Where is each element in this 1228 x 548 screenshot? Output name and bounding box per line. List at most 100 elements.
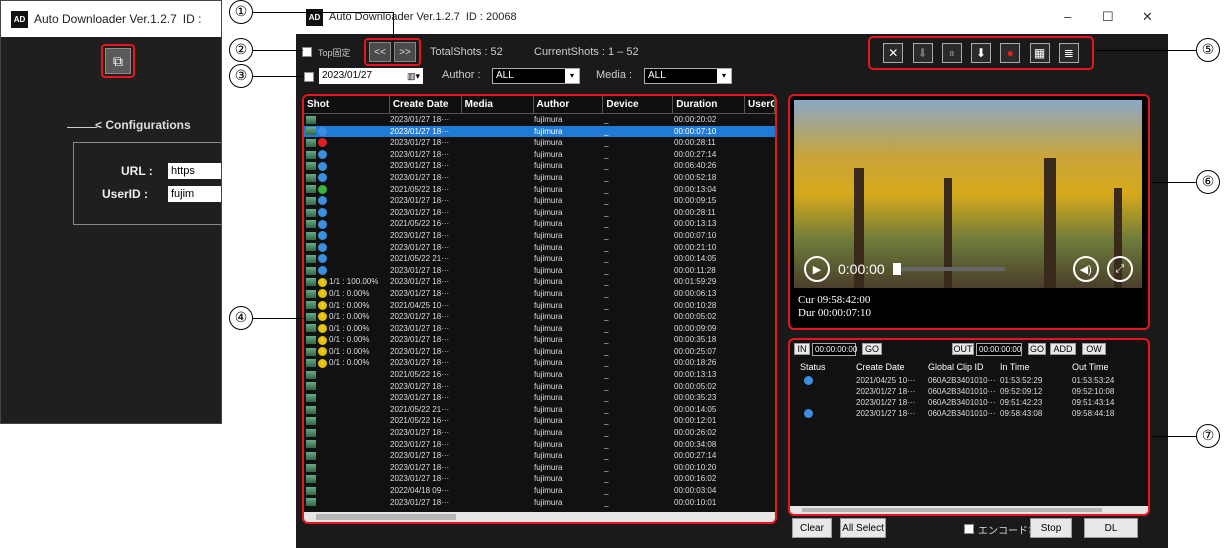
clip-horizontal-scrollbar[interactable] xyxy=(790,506,1148,514)
table-row[interactable]: 2023/01/27 18··· fujimura _ 00:00:16:02 xyxy=(304,473,775,485)
table-row[interactable]: 2023/01/27 18··· fujimura _ 00:00:34:08 xyxy=(304,439,775,451)
author-cell: fujimura xyxy=(534,242,563,252)
col-duration[interactable]: Duration xyxy=(673,96,746,113)
col-out-time[interactable]: Out Time xyxy=(1072,362,1144,374)
clear-button[interactable]: Clear xyxy=(792,518,832,538)
out-go-button[interactable]: GO xyxy=(1028,343,1046,355)
url-field[interactable]: https xyxy=(168,163,221,179)
date-filter-checkbox[interactable] xyxy=(304,72,314,82)
stop-button[interactable]: Stop xyxy=(1030,518,1072,538)
create-date-cell: 2023/01/27 18··· xyxy=(390,462,450,472)
table-row[interactable]: ↓ 0/1 : 0.00% 2023/01/27 18··· fujimura _ 00:… xyxy=(304,346,775,358)
col-userc[interactable]: UserC xyxy=(745,96,775,113)
list-view-icon[interactable]: ≣ xyxy=(1058,43,1079,63)
table-row[interactable]: ↓ 1/1 : 100.00% 2023/01/27 18··· fujimura _ 0… xyxy=(304,276,775,288)
table-row[interactable]: 2023/01/27 18··· fujimura _ 00:00:09:15 xyxy=(304,195,775,207)
clip-row[interactable]: 2023/01/27 18··· 060A2B3401010··· 09:51:42… xyxy=(790,398,1148,409)
seek-handle[interactable] xyxy=(892,263,901,275)
col-shot[interactable]: Shot xyxy=(304,96,390,113)
table-row[interactable]: 2023/01/27 18··· fujimura _ 00:00:07:10 xyxy=(304,125,775,138)
next-page-button[interactable]: >> xyxy=(394,42,416,62)
table-row[interactable]: 2023/01/27 18··· fujimura _ 00:00:05:02 xyxy=(304,381,775,393)
in-timecode-field[interactable]: 00:00:00:00 xyxy=(812,343,857,356)
table-row[interactable]: 2021/05/22 18··· fujimura _ 00:00:13:04 xyxy=(304,184,775,196)
table-row[interactable]: 2023/01/27 18··· fujimura _ 00:00:27:14 xyxy=(304,149,775,161)
expand-icon[interactable]: ✕ xyxy=(883,43,904,63)
media-select[interactable]: ALL ▾ xyxy=(644,68,732,84)
table-row[interactable]: 2023/01/27 18··· fujimura _ 00:00:20:02 xyxy=(304,114,775,126)
table-row[interactable]: 2021/05/22 16··· fujimura _ 00:00:13:13 xyxy=(304,218,775,230)
thumbnail xyxy=(306,312,316,321)
scrollbar-thumb[interactable] xyxy=(316,514,456,520)
table-row[interactable]: 2023/01/27 18··· fujimura _ 00:00:28:11 xyxy=(304,137,775,149)
in-go-button[interactable]: GO xyxy=(862,343,882,355)
table-row[interactable]: 2023/01/27 18··· fujimura _ 00:00:27:14 xyxy=(304,450,775,462)
volume-icon[interactable]: ◀) xyxy=(1072,256,1099,282)
table-row[interactable]: 2023/01/27 18··· fujimura _ 00:00:10:20 xyxy=(304,462,775,474)
table-row[interactable]: ↓ 0/1 : 0.00% 2023/01/27 18··· fujimura _ 00:… xyxy=(304,323,775,335)
chevron-down-icon: ▾ xyxy=(717,69,731,83)
table-row[interactable]: 2021/05/22 21··· fujimura _ 00:00:14:05 xyxy=(304,253,775,265)
table-row[interactable]: 2022/04/18 09··· fujimura _ 00:00:03:04 xyxy=(304,485,775,497)
in-button[interactable]: IN xyxy=(794,343,810,355)
clip-row[interactable]: 2023/01/27 18··· 060A2B3401010··· 09:52:09… xyxy=(790,387,1148,398)
calendar-icon[interactable]: ▥▾ xyxy=(407,68,420,84)
table-row[interactable]: ↓ 0/1 : 0.00% 2023/01/27 18··· fujimura _ 00:… xyxy=(304,357,775,369)
current-timecode: Cur 09:58:42:00 xyxy=(798,294,871,306)
out-button[interactable]: OUT xyxy=(952,343,974,355)
table-row[interactable]: ↓ 0/1 : 0.00% 2023/01/27 18··· fujimura _ 00:… xyxy=(304,288,775,300)
table-row[interactable]: 2023/01/27 18··· fujimura _ 00:06:40:26 xyxy=(304,160,775,172)
no-encode-checkbox[interactable] xyxy=(964,524,974,534)
col-global-clip-id[interactable]: Global Clip ID xyxy=(928,362,1000,374)
table-row[interactable]: 2023/01/27 18··· fujimura _ 00:00:52:18 xyxy=(304,172,775,184)
col-in-time[interactable]: In Time xyxy=(1000,362,1072,374)
dl-button[interactable]: DL xyxy=(1084,518,1138,538)
all-select-button[interactable]: All Select xyxy=(840,518,886,538)
maximize-button[interactable]: ☐ xyxy=(1102,9,1114,25)
table-row[interactable]: 2023/01/27 18··· fujimura _ 00:00:11:28 xyxy=(304,265,775,277)
table-row[interactable]: ↓ 0/1 : 0.00% 2021/04/25 10··· fujimura _ 00:… xyxy=(304,300,775,312)
duration-cell: 00:00:52:18 xyxy=(674,172,717,182)
table-row[interactable]: ↓ 0/1 : 0.00% 2023/01/27 18··· fujimura _ 00:… xyxy=(304,311,775,323)
grid-view-icon[interactable]: ▦ xyxy=(1029,43,1050,63)
table-row[interactable]: 2021/05/22 16··· fujimura _ 00:00:13:13 xyxy=(304,369,775,381)
prev-page-button[interactable]: << xyxy=(369,42,391,62)
col-clip-create-date[interactable]: Create Date xyxy=(856,362,928,374)
scrollbar-thumb[interactable] xyxy=(802,508,1102,512)
config-toggle-icon[interactable]: ⧉ xyxy=(105,48,131,74)
top-fix-checkbox[interactable] xyxy=(302,47,312,57)
userid-field[interactable]: fujim xyxy=(168,186,221,202)
thumbnail xyxy=(306,347,316,356)
table-row[interactable]: 2023/01/27 18··· fujimura _ 00:00:28:11 xyxy=(304,207,775,219)
download-icon[interactable]: ⬇ xyxy=(971,43,991,63)
download-disabled-icon[interactable]: ⬇ xyxy=(912,43,933,63)
clip-row[interactable]: 2021/04/25 10··· 060A2B3401010··· 01:53:52… xyxy=(790,376,1148,387)
col-media[interactable]: Media xyxy=(462,96,534,113)
table-row[interactable]: 2021/05/22 16··· fujimura _ 00:00:12:01 xyxy=(304,415,775,427)
fullscreen-icon[interactable]: ⤢ xyxy=(1106,256,1133,282)
table-row[interactable]: 2023/01/27 18··· fujimura _ 00:00:26:02 xyxy=(304,427,775,439)
out-timecode-field[interactable]: 00:00:00:00 xyxy=(976,343,1022,356)
seek-bar[interactable] xyxy=(892,263,1005,275)
table-row[interactable]: 2023/01/27 18··· fujimura _ 00:00:07:10 xyxy=(304,230,775,242)
ow-button[interactable]: OW xyxy=(1082,343,1106,355)
date-picker[interactable]: 2023/01/27 ▥▾ xyxy=(319,68,423,84)
table-row[interactable]: ↓ 0/1 : 0.00% 2023/01/27 18··· fujimura _ 00:… xyxy=(304,334,775,346)
col-device[interactable]: Device xyxy=(603,96,674,113)
new-icon[interactable]: ● xyxy=(1000,43,1021,63)
col-create-date[interactable]: Create Date xyxy=(390,96,462,113)
table-row[interactable]: 2023/01/27 18··· fujimura _ 00:00:35:23 xyxy=(304,392,775,404)
close-button[interactable]: ✕ xyxy=(1142,9,1153,25)
author-select[interactable]: ALL ▾ xyxy=(492,68,580,84)
table-row[interactable]: 2023/01/27 18··· fujimura _ 00:00:21:10 xyxy=(304,242,775,254)
play-icon[interactable]: ▶ xyxy=(804,256,830,282)
minimize-button[interactable]: – xyxy=(1064,9,1071,24)
clip-row[interactable]: 2023/01/27 18··· 060A2B3401010··· 09:58:43… xyxy=(790,409,1148,420)
table-row[interactable]: 2021/05/22 21··· fujimura _ 00:00:14:05 xyxy=(304,404,775,416)
table-row[interactable]: 2023/01/27 18··· fujimura _ 00:00:10:01 xyxy=(304,497,775,509)
col-status[interactable]: Status xyxy=(790,362,856,374)
horizontal-scrollbar[interactable] xyxy=(304,512,775,522)
col-author[interactable]: Author xyxy=(534,96,604,113)
add-button[interactable]: ADD xyxy=(1050,343,1076,355)
pause-icon[interactable]: ⏸ xyxy=(941,43,962,63)
